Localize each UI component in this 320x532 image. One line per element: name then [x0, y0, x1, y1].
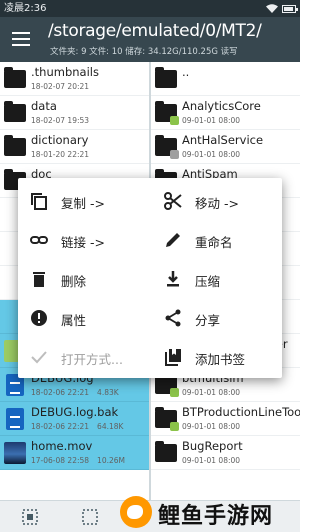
- info-icon: [31, 310, 47, 326]
- menu-item-label: 重命名: [195, 235, 233, 250]
- file-name: AnalyticsCore: [182, 99, 261, 113]
- file-size: 10.26M: [97, 456, 125, 465]
- menu-item-label: 链接 ->: [61, 235, 105, 250]
- doc-file-icon: [4, 408, 26, 430]
- menu-item-share[interactable]: 分享: [152, 299, 282, 337]
- bookmark-icon: [165, 349, 181, 366]
- file-meta: 18-01-20 22:21: [31, 150, 97, 159]
- file-name: ..: [182, 65, 190, 79]
- file-size: 64.18K: [97, 422, 124, 431]
- menu-item-check: 打开方式...: [18, 338, 148, 376]
- status-bar: 凌晨2:36: [0, 0, 300, 17]
- file-meta: 18-02-06 22:21 4.83K: [31, 388, 119, 397]
- copy-icon: [31, 193, 47, 210]
- file-meta: 09-01-01 08:00: [182, 388, 240, 397]
- file-row[interactable]: BTProductionLineTool 09-01-01 08:00: [151, 402, 300, 436]
- file-row[interactable]: DEBUG.log.bak 18-02-06 22:21 64.18K: [0, 402, 149, 436]
- folder-icon: [155, 441, 177, 464]
- file-row[interactable]: dictionary 18-01-20 22:21: [0, 130, 149, 164]
- share-icon: [165, 309, 181, 327]
- file-name: data: [31, 99, 57, 113]
- battery-icon: [282, 4, 298, 13]
- watermark-logo: 鲤鱼手游网: [120, 494, 298, 530]
- folder-icon: [4, 101, 26, 124]
- menu-item-label: 删除: [61, 274, 87, 289]
- menu-item-bookmark[interactable]: 添加书签: [152, 338, 282, 376]
- trash-icon: [33, 272, 45, 287]
- file-date: 18-02-06 22:21: [31, 422, 90, 431]
- folder-icon: [155, 135, 179, 159]
- image-file-icon: [4, 442, 26, 464]
- menu-item-pencil[interactable]: 重命名: [152, 221, 282, 259]
- menu-item-label: 压缩: [195, 274, 221, 289]
- watermark-text: 鲤鱼手游网: [158, 504, 274, 529]
- file-meta: 18-02-07 19:53: [31, 116, 97, 125]
- file-date: 18-02-07 19:53: [31, 116, 90, 125]
- invert-select-icon[interactable]: [82, 509, 98, 525]
- file-date: 09-01-01 08:00: [182, 422, 241, 431]
- file-meta: 18-02-07 20:21: [31, 82, 97, 91]
- status-time: 凌晨2:36: [4, 3, 47, 14]
- file-row[interactable]: .thumbnails 18-02-07 20:21: [0, 62, 149, 96]
- link-icon: [30, 236, 48, 244]
- file-date: 09-01-01 08:00: [182, 456, 241, 465]
- file-meta: 09-01-01 08:00: [182, 116, 240, 125]
- file-date: 18-02-07 20:21: [31, 82, 90, 91]
- menu-item-label: 分享: [195, 313, 221, 328]
- file-meta: 18-02-06 22:21 64.18K: [31, 422, 123, 431]
- menu-item-label: 添加书签: [195, 352, 246, 367]
- check-icon: [31, 351, 47, 364]
- menu-item-compress[interactable]: 压缩: [152, 260, 282, 298]
- file-name: DEBUG.log.bak: [31, 405, 119, 419]
- file-name: BTProductionLineTool: [182, 405, 300, 419]
- folder-icon: [4, 135, 26, 158]
- file-row[interactable]: AnalyticsCore 09-01-01 08:00: [151, 96, 300, 130]
- menu-item-scissors[interactable]: 移动 ->: [152, 182, 282, 220]
- menu-item-copy[interactable]: 复制 ->: [18, 182, 148, 220]
- file-meta: 09-01-01 08:00: [182, 456, 240, 465]
- file-row[interactable]: BugReport 09-01-01 08:00: [151, 436, 300, 470]
- storage-info: 文件夹: 9 文件: 10 储存: 34.12G/110.25G 读写: [50, 47, 238, 57]
- file-date: 18-01-20 22:21: [31, 150, 90, 159]
- folder-icon: [155, 67, 177, 90]
- pencil-icon: [166, 233, 180, 247]
- file-name: .thumbnails: [31, 65, 99, 79]
- select-all-icon[interactable]: [22, 509, 38, 525]
- context-menu: 复制 -> 移动 -> 链接 -> 重命名删除 压缩属性 分享打开方式... 添加书签: [18, 178, 282, 378]
- file-name: BugReport: [182, 439, 243, 453]
- menu-item-trash[interactable]: 删除: [18, 260, 148, 298]
- file-date: 09-01-01 08:00: [182, 150, 241, 159]
- file-name: AntHalService: [182, 133, 264, 147]
- compress-icon: [167, 271, 179, 287]
- current-path[interactable]: /storage/emulated/0/MT2/: [48, 21, 262, 41]
- menu-item-info[interactable]: 属性: [18, 299, 148, 337]
- file-date: 17-06-08 22:58: [31, 456, 90, 465]
- menu-item-link[interactable]: 链接 ->: [18, 221, 148, 259]
- menu-item-label: 属性: [61, 313, 87, 328]
- folder-icon: [4, 67, 26, 90]
- menu-item-label: 复制 ->: [61, 196, 105, 211]
- file-meta: 09-01-01 08:00: [182, 150, 240, 159]
- file-name: home.mov: [31, 439, 93, 453]
- menu-icon[interactable]: [12, 31, 30, 47]
- file-row[interactable]: AntHalService 09-01-01 08:00: [151, 130, 300, 164]
- file-date: 09-01-01 08:00: [182, 116, 241, 125]
- toolbar: /storage/emulated/0/MT2/ 文件夹: 9 文件: 10 储…: [0, 17, 300, 62]
- file-meta: 17-06-08 22:58 10.26M: [31, 456, 125, 465]
- folder-icon: [155, 407, 179, 431]
- wifi-icon: [266, 4, 278, 13]
- file-row[interactable]: data 18-02-07 19:53: [0, 96, 149, 130]
- fish-logo-icon: [120, 496, 152, 528]
- file-row[interactable]: home.mov 17-06-08 22:58 10.26M: [0, 436, 149, 470]
- file-row[interactable]: ..: [151, 62, 300, 96]
- file-date: 09-01-01 08:00: [182, 388, 241, 397]
- scissors-icon: [164, 192, 182, 210]
- file-name: dictionary: [31, 133, 89, 147]
- file-date: 18-02-06 22:21: [31, 388, 90, 397]
- file-meta: 09-01-01 08:00: [182, 422, 240, 431]
- file-size: 4.83K: [97, 388, 119, 397]
- menu-item-label: 移动 ->: [195, 196, 239, 211]
- folder-icon: [155, 101, 179, 125]
- menu-item-label: 打开方式...: [61, 352, 123, 367]
